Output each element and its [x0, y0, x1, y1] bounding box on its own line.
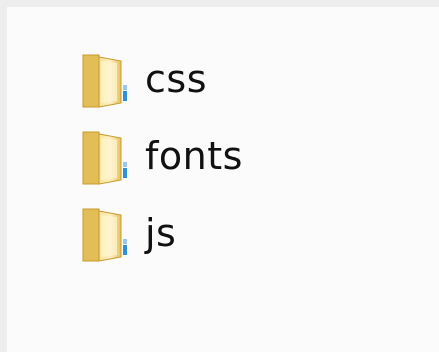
folder-icon: [82, 54, 127, 108]
folder-icon: [82, 131, 127, 185]
folder-name: js: [145, 211, 177, 255]
folder-item-js[interactable]: js: [77, 205, 176, 265]
folder-item-css[interactable]: css: [77, 51, 207, 111]
folder-name: fonts: [145, 134, 243, 178]
folder-item-fonts[interactable]: fonts: [77, 128, 243, 188]
folder-icon: [82, 208, 127, 262]
folder-name: css: [145, 57, 207, 101]
file-list-pane: css fonts js: [7, 7, 439, 352]
